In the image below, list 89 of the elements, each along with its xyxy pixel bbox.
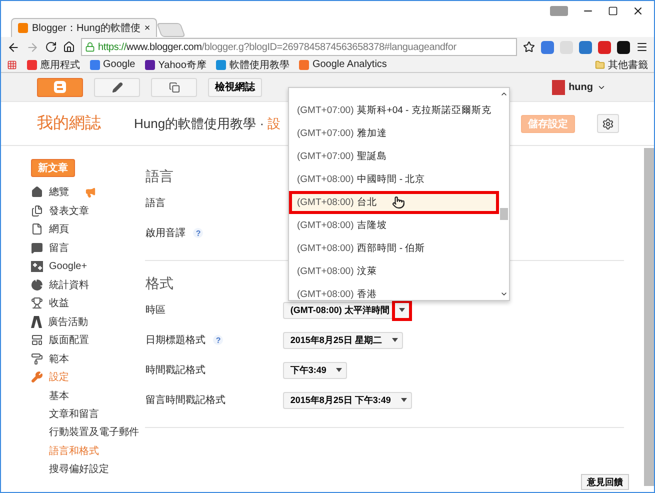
field-label: 啟用音譯: [145, 226, 186, 240]
lock-icon: [85, 42, 95, 52]
blogger-logo-icon: [54, 81, 66, 93]
wrench-icon: [31, 371, 43, 384]
timezone-option[interactable]: (GMT+07:00) 莫斯科+04 - 克拉斯諾亞爾斯克: [289, 99, 499, 122]
google-plus-icon: [31, 260, 43, 272]
settings-button[interactable]: [597, 114, 619, 133]
feedback-button[interactable]: 意見回饋: [581, 474, 629, 490]
dropdown-select[interactable]: (GMT-08:00) 太平洋時間: [283, 302, 410, 318]
app-title: 我的網誌: [36, 114, 102, 134]
dropdown-select[interactable]: 2015年8月25日 下午3:49: [283, 392, 412, 408]
sidebar-subitem[interactable]: 行動裝置及電子郵件: [31, 423, 144, 442]
help-icon[interactable]: ?: [193, 228, 204, 238]
trophy-icon: [31, 297, 43, 310]
sidebar-item[interactable]: 範本: [31, 350, 144, 368]
new-post-button[interactable]: [94, 78, 140, 96]
blogger-button[interactable]: [37, 78, 83, 96]
sidebar-item[interactable]: Google+: [31, 257, 144, 276]
timezone-option[interactable]: (GMT+07:00) 雅加達: [289, 122, 499, 145]
pages-icon: [168, 82, 180, 92]
sidebar-item[interactable]: 廣告活動: [31, 312, 144, 331]
scroll-thumb[interactable]: [500, 208, 508, 220]
sidebar-item[interactable]: 發表文章: [31, 202, 144, 220]
bookmark[interactable]: Yahoo奇摩: [145, 58, 206, 72]
field-label: 留言時間戳記格式: [145, 394, 226, 407]
sidebar-item[interactable]: 留言: [31, 238, 144, 257]
tab-close-button[interactable]: ×: [144, 22, 150, 34]
browser-tab[interactable]: Blogger：Hung的軟體使 ×: [11, 18, 158, 37]
timezone-option[interactable]: (GMT+08:00) 吉隆坡: [289, 214, 499, 237]
menu-icon[interactable]: [636, 41, 648, 53]
field-label: 時間戳記格式: [145, 364, 206, 377]
sidebar-subitem[interactable]: 搜尋偏好設定: [31, 460, 144, 478]
ads-icon: [31, 316, 42, 328]
paint-roller-icon: [31, 352, 43, 365]
sidebar-subitem[interactable]: 基本: [31, 386, 144, 405]
bookmark[interactable]: 應用程式: [27, 58, 80, 72]
maximize-icon[interactable]: [608, 6, 618, 16]
timezone-option[interactable]: (GMT+08:00) 台北: [289, 191, 499, 214]
home-icon[interactable]: [63, 41, 75, 53]
sidebar-item[interactable]: 總覽: [31, 183, 144, 202]
extension-icon[interactable]: [617, 40, 630, 54]
home-icon: [31, 186, 43, 198]
posts-button[interactable]: [151, 78, 197, 96]
pie-chart-icon: [31, 278, 43, 291]
sidebar-subitem[interactable]: 文章和留言: [31, 404, 144, 424]
address-bar[interactable]: https://www.blogger.com/blogger.g?blogID=2697845874563658378#languageandfor: [81, 38, 517, 56]
timezone-option[interactable]: (GMT+08:00) 中國時間 - 北京: [289, 168, 499, 191]
timezone-option[interactable]: (GMT+08:00) 西部時間 - 伯斯: [289, 237, 499, 260]
field-label: 時區: [145, 304, 166, 317]
section-title: 語言: [145, 168, 174, 185]
megaphone-icon: [85, 186, 96, 198]
apps-icon[interactable]: [7, 60, 17, 70]
field-label: 日期標題格式: [145, 334, 206, 347]
field-label: 語言: [145, 196, 166, 210]
url-text: https://www.blogger.com/blogger.g?blogID=2697845874563658378#languageandfor: [98, 42, 456, 52]
section-title: 格式: [145, 275, 174, 292]
other-bookmarks[interactable]: 其他書籤: [595, 58, 648, 72]
dropdown-select[interactable]: 2015年8月25日 星期二: [283, 332, 403, 348]
bookmark[interactable]: 軟體使用教學: [216, 58, 290, 72]
hand-cursor-icon: [392, 196, 405, 209]
posts-icon: [31, 204, 43, 217]
blogger-favicon: [18, 23, 28, 33]
close-icon[interactable]: [632, 5, 644, 17]
sidebar-item[interactable]: 收益: [31, 294, 144, 312]
timezone-option[interactable]: (GMT+08:00) 汶萊: [289, 260, 499, 283]
sidebar-item[interactable]: 版面配置: [31, 331, 144, 350]
blog-title: Hung的軟體使用教學 · 設: [134, 114, 281, 132]
timezone-option[interactable]: (GMT+07:00) 聖誕島: [289, 145, 499, 168]
dropdown-select[interactable]: 下午3:49: [283, 362, 348, 378]
timezone-option[interactable]: (GMT+08:00) 香港: [289, 283, 499, 300]
folder-icon: [595, 60, 605, 70]
comment-icon: [31, 242, 43, 254]
page-icon: [31, 223, 43, 236]
sidebar-item[interactable]: 統計資料: [31, 276, 144, 294]
account-menu[interactable]: hung: [552, 80, 606, 94]
sidebar-item[interactable]: 網頁: [31, 220, 144, 238]
layout-icon: [31, 334, 43, 346]
bookmark[interactable]: Google Analytics: [299, 59, 387, 70]
scroll-down-icon[interactable]: [500, 290, 508, 298]
gear-icon: [602, 118, 614, 130]
pencil-icon: [112, 82, 122, 92]
reload-icon[interactable]: [45, 41, 57, 53]
bookmark[interactable]: Google: [90, 59, 136, 70]
bookmark-star-icon[interactable]: [523, 41, 535, 53]
back-icon[interactable]: [7, 40, 20, 54]
help-icon[interactable]: ?: [213, 335, 224, 345]
tab-title: Blogger：Hung的軟體使: [32, 22, 140, 35]
view-blog-button[interactable]: 檢視網誌: [208, 78, 262, 96]
scroll-up-icon[interactable]: [500, 90, 508, 98]
